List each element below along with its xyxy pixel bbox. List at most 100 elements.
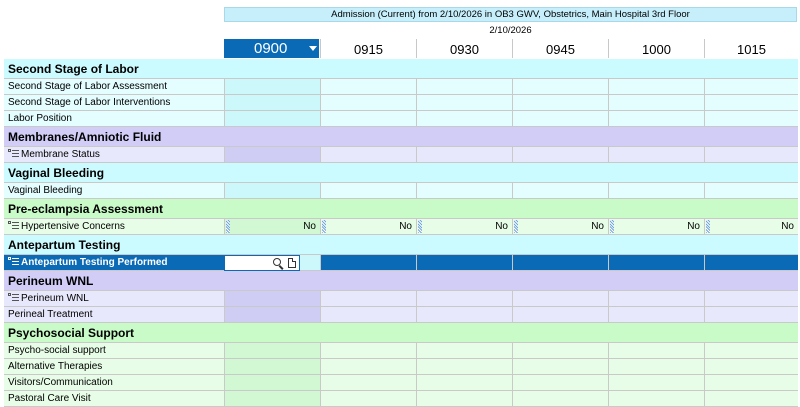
flowsheet-cell[interactable] (416, 255, 512, 270)
flowsheet-cell[interactable] (224, 147, 320, 162)
flowsheet-cell[interactable] (704, 343, 798, 358)
flowsheet-cell[interactable] (416, 79, 512, 94)
flowsheet-cell[interactable] (608, 343, 704, 358)
time-column-0915[interactable]: 0915 (320, 39, 416, 58)
section-header[interactable]: Pre-eclampsia Assessment (4, 199, 798, 219)
flowsheet-cell[interactable] (320, 307, 416, 322)
flowsheet-cell[interactable] (320, 79, 416, 94)
time-column-1015[interactable]: 1015 (704, 39, 798, 58)
flowsheet-cell[interactable]: No (416, 219, 512, 234)
flowsheet-cell[interactable] (608, 111, 704, 126)
flowsheet-cell[interactable] (320, 375, 416, 390)
section-header[interactable]: Perineum WNL (4, 271, 798, 291)
flowsheet-cell[interactable]: No (512, 219, 608, 234)
time-column-0930[interactable]: 0930 (416, 39, 512, 58)
flowsheet-row[interactable]: Membrane Status (4, 147, 798, 163)
flowsheet-row[interactable]: Visitors/Communication (4, 375, 798, 391)
flowsheet-cell[interactable] (608, 95, 704, 110)
flowsheet-cell[interactable] (608, 307, 704, 322)
section-header[interactable]: Antepartum Testing (4, 235, 798, 255)
flowsheet-cell[interactable] (512, 255, 608, 270)
flowsheet-row[interactable]: Perineal Treatment (4, 307, 798, 323)
flowsheet-cell[interactable] (704, 255, 798, 270)
flowsheet-cell[interactable] (224, 95, 320, 110)
flowsheet-row[interactable]: Labor Position (4, 111, 798, 127)
flowsheet-cell[interactable]: No (608, 219, 704, 234)
flowsheet-cell[interactable] (320, 343, 416, 358)
group-rows-icon[interactable] (8, 221, 19, 230)
flowsheet-row[interactable]: Psycho-social support (4, 343, 798, 359)
search-icon[interactable] (273, 258, 281, 266)
flowsheet-cell[interactable] (608, 359, 704, 374)
flowsheet-cell[interactable] (512, 111, 608, 126)
flowsheet-cell[interactable] (704, 79, 798, 94)
flowsheet-cell[interactable] (224, 79, 320, 94)
flowsheet-cell[interactable] (224, 291, 320, 306)
section-header[interactable]: Vaginal Bleeding (4, 163, 798, 183)
comment-icon[interactable] (288, 258, 296, 268)
flowsheet-cell[interactable] (416, 307, 512, 322)
flowsheet-cell[interactable] (608, 147, 704, 162)
flowsheet-cell[interactable] (704, 291, 798, 306)
group-rows-icon[interactable] (8, 149, 19, 158)
flowsheet-row[interactable]: Alternative Therapies (4, 359, 798, 375)
flowsheet-cell[interactable] (320, 95, 416, 110)
flowsheet-cell[interactable] (608, 79, 704, 94)
flowsheet-cell[interactable] (224, 307, 320, 322)
flowsheet-cell[interactable] (608, 183, 704, 198)
section-header[interactable]: Membranes/Amniotic Fluid (4, 127, 798, 147)
flowsheet-cell[interactable] (512, 291, 608, 306)
time-column-0945[interactable]: 0945 (512, 39, 608, 58)
flowsheet-row[interactable]: Perineum WNL (4, 291, 798, 307)
flowsheet-cell[interactable] (608, 391, 704, 406)
flowsheet-cell[interactable] (416, 375, 512, 390)
flowsheet-cell[interactable] (704, 359, 798, 374)
flowsheet-cell[interactable] (416, 95, 512, 110)
selected-time-dropdown[interactable]: 0900 (224, 39, 319, 58)
flowsheet-cell[interactable] (608, 375, 704, 390)
flowsheet-cell[interactable] (224, 183, 320, 198)
active-cell-input[interactable] (224, 255, 300, 271)
time-column-1000[interactable]: 1000 (608, 39, 704, 58)
flowsheet-row[interactable]: No No No No No No Hypertensive Concerns (4, 219, 798, 235)
flowsheet-cell[interactable] (512, 183, 608, 198)
flowsheet-cell[interactable] (704, 147, 798, 162)
flowsheet-cell[interactable] (224, 359, 320, 374)
flowsheet-cell[interactable] (320, 111, 416, 126)
flowsheet-cell[interactable]: No (320, 219, 416, 234)
flowsheet-cell[interactable]: No (704, 219, 798, 234)
section-header[interactable]: Psychosocial Support (4, 323, 798, 343)
flowsheet-cell[interactable] (704, 307, 798, 322)
flowsheet-cell[interactable] (608, 291, 704, 306)
section-header[interactable]: Second Stage of Labor (4, 59, 798, 79)
flowsheet-cell[interactable] (512, 359, 608, 374)
flowsheet-cell[interactable] (416, 147, 512, 162)
group-rows-icon[interactable] (8, 257, 19, 266)
group-rows-icon[interactable] (8, 293, 19, 302)
flowsheet-row[interactable]: Second Stage of Labor Interventions (4, 95, 798, 111)
flowsheet-cell[interactable] (512, 147, 608, 162)
flowsheet-row[interactable]: Vaginal Bleeding (4, 183, 798, 199)
flowsheet-cell[interactable] (320, 183, 416, 198)
flowsheet-cell[interactable]: No (224, 219, 320, 234)
flowsheet-cell[interactable] (416, 359, 512, 374)
flowsheet-cell[interactable] (416, 111, 512, 126)
flowsheet-cell[interactable] (224, 375, 320, 390)
flowsheet-cell[interactable] (512, 343, 608, 358)
flowsheet-cell[interactable] (704, 111, 798, 126)
flowsheet-row[interactable]: Second Stage of Labor Assessment (4, 79, 798, 95)
flowsheet-cell[interactable] (416, 291, 512, 306)
flowsheet-cell[interactable] (512, 95, 608, 110)
flowsheet-cell[interactable] (704, 183, 798, 198)
flowsheet-cell[interactable] (320, 255, 416, 270)
flowsheet-cell[interactable] (512, 79, 608, 94)
flowsheet-cell[interactable] (224, 343, 320, 358)
flowsheet-cell[interactable] (512, 391, 608, 406)
flowsheet-cell[interactable] (320, 391, 416, 406)
flowsheet-cell[interactable] (416, 391, 512, 406)
flowsheet-cell[interactable] (224, 391, 320, 406)
flowsheet-cell[interactable] (416, 183, 512, 198)
flowsheet-row[interactable]: Antepartum Testing Performed (4, 255, 798, 271)
flowsheet-cell[interactable] (512, 375, 608, 390)
flowsheet-row[interactable]: Pastoral Care Visit (4, 391, 798, 407)
